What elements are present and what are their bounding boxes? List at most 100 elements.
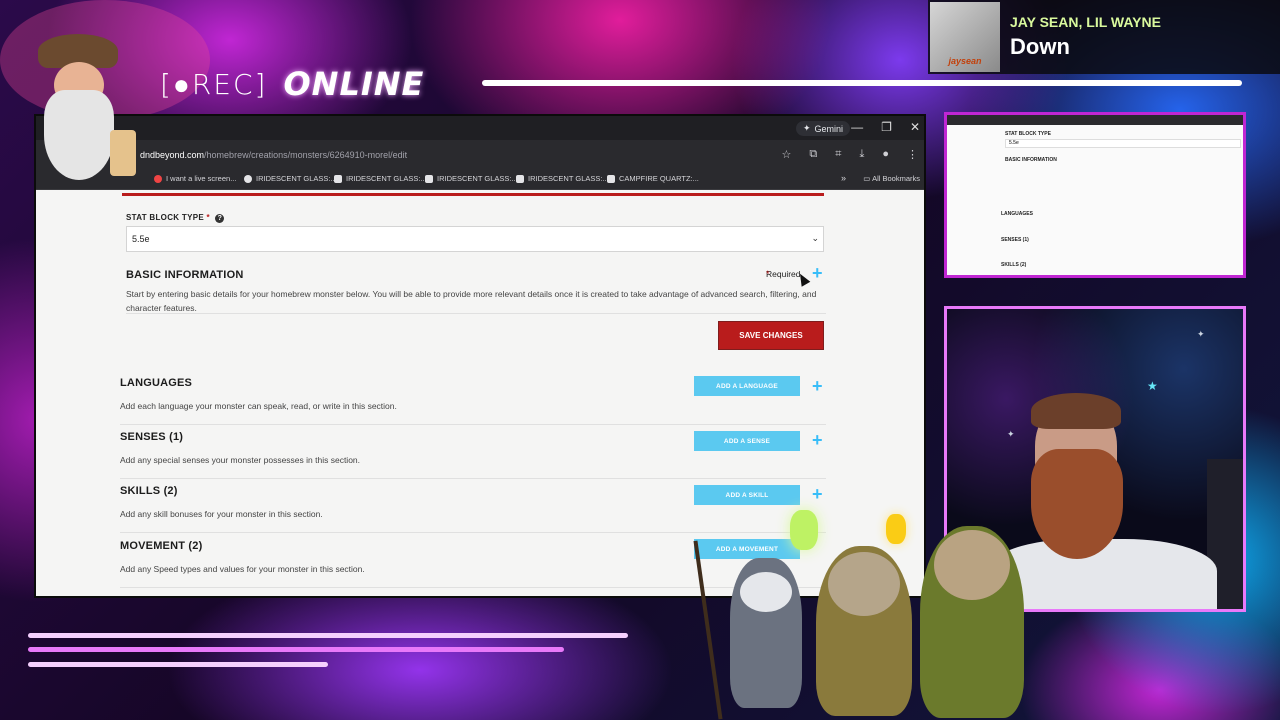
star-icon: ✦ [1007, 429, 1015, 439]
now-playing-artist: JAY SEAN, LIL WAYNE [1010, 14, 1161, 30]
bookmarks-bar: I want a live screen... IRIDESCENT GLASS… [36, 170, 924, 190]
bookmark-label: I want a live screen... [166, 174, 237, 183]
section-description: Add each language your monster can speak… [120, 401, 397, 411]
gemini-button[interactable]: ✦ Gemini [796, 121, 851, 136]
streamer-beard [1031, 449, 1123, 559]
bookmark-item[interactable]: IRIDESCENT GLASS:... [244, 174, 337, 183]
overlay-decor-line [482, 80, 1242, 86]
page-icon [607, 174, 615, 183]
save-changes-button[interactable]: SAVE CHANGES [718, 321, 824, 350]
now-playing-title: Down [1010, 34, 1070, 59]
elephant-druid [816, 546, 912, 716]
bookmarks-overflow-chevron-icon[interactable]: » [841, 173, 846, 183]
browser-titlebar: ✦ Gemini — ❐ ✕ [36, 116, 924, 140]
header-divider [122, 193, 824, 196]
stat-block-type-select[interactable]: 5.5e ⌄ [126, 226, 824, 252]
bookmark-label: IRIDESCENT GLASS:... [528, 174, 609, 183]
bookmark-item[interactable]: I want a live screen... [154, 174, 236, 183]
overlay-decor-line [28, 633, 628, 638]
elephant-head [828, 552, 900, 616]
plus-icon[interactable]: + [812, 377, 823, 395]
owl-face [740, 572, 792, 612]
preview-stat-label: STAT BLOCK TYPE [1005, 131, 1051, 137]
plus-icon[interactable]: + [812, 431, 823, 449]
youtube-icon [154, 174, 162, 183]
add-sense-button[interactable]: ADD A SENSE [694, 431, 800, 451]
section-description: Add any special senses your monster poss… [120, 455, 361, 465]
minimize-icon[interactable]: — [851, 120, 863, 134]
gemini-label: Gemini [814, 123, 844, 134]
mascot-scroll [110, 130, 136, 176]
page-icon [334, 174, 342, 183]
basic-information-section: BASIC INFORMATION Start by entering basi… [126, 269, 826, 314]
dwarf-mascot-illustration [18, 34, 136, 190]
folder-icon: ▭ [863, 174, 873, 183]
lantern-staff [790, 510, 818, 550]
bookmark-star-icon[interactable]: ☆ [782, 148, 792, 161]
preview-languages-title: LANGUAGES [1001, 211, 1033, 217]
screenshot-icon[interactable]: ⌗ [835, 148, 841, 161]
overlay-decor-line [28, 662, 328, 667]
album-art: jaysean [930, 2, 1000, 72]
close-icon[interactable]: ✕ [910, 120, 920, 134]
expand-plus-icon[interactable]: + [812, 264, 823, 282]
add-skill-button[interactable]: ADD A SKILL [694, 485, 800, 505]
preview-senses-title: SENSES (1) [1001, 237, 1029, 243]
preview-skills-title: SKILLS (2) [1001, 262, 1027, 268]
preview-basic-title: BASIC INFORMATION [1005, 157, 1057, 163]
bookmark-item[interactable]: IRIDESCENT GLASS:... [334, 174, 427, 183]
bookmark-item[interactable]: CAMPFIRE QUARTZ:... [607, 174, 699, 183]
stat-block-type-text: STAT BLOCK TYPE [126, 213, 204, 222]
stat-block-type-label: STAT BLOCK TYPE * ? [126, 213, 225, 223]
mammoth-druid [920, 526, 1024, 718]
url-path: /homebrew/creations/monsters/6264910-mor… [204, 150, 408, 160]
page-icon [425, 174, 433, 183]
rec-label: [●REC] [160, 67, 268, 101]
basic-information-title: BASIC INFORMATION [126, 269, 244, 281]
bookmark-item[interactable]: IRIDESCENT GLASS:... [516, 174, 609, 183]
url-text[interactable]: dndbeyond.com/homebrew/creations/monster… [140, 150, 407, 160]
url-host: dndbeyond.com [140, 150, 205, 160]
browser-preview-thumbnail: STAT BLOCK TYPE 5.5e BASIC INFORMATION L… [944, 112, 1246, 278]
download-icon[interactable]: ⤓ [859, 148, 864, 161]
required-note: * Required [766, 269, 801, 279]
basic-information-description: Start by entering basic details for your… [126, 289, 817, 313]
now-playing-widget: jaysean JAY SEAN, LIL WAYNE Down [928, 0, 1280, 74]
mammoth-head [934, 530, 1010, 600]
help-icon[interactable]: ? [215, 214, 225, 223]
required-asterisk: * [206, 213, 210, 222]
address-bar[interactable]: dndbeyond.com/homebrew/creations/monster… [36, 140, 924, 170]
streamer-hair [1031, 393, 1121, 429]
bookmark-item[interactable]: IRIDESCENT GLASS:... [425, 174, 518, 183]
preview-toolbar [947, 115, 1243, 125]
required-label: Required [766, 269, 801, 279]
all-bookmarks-button[interactable]: ▭ All Bookmarks [863, 174, 920, 183]
torch [886, 514, 906, 544]
bookmark-label: CAMPFIRE QUARTZ:... [619, 174, 699, 183]
stat-block-type-value: 5.5e [132, 234, 150, 244]
online-label: ONLINE [283, 65, 425, 103]
mascot-beard [44, 90, 114, 180]
preview-select: 5.5e [1005, 139, 1241, 148]
plus-icon[interactable]: + [812, 485, 823, 503]
restore-icon[interactable]: ❐ [881, 120, 892, 134]
extensions-icon[interactable]: ⧉ [809, 148, 817, 161]
bookmark-label: IRIDESCENT GLASS:... [346, 174, 427, 183]
add-language-button[interactable]: ADD A LANGUAGE [694, 376, 800, 396]
required-asterisk: * [766, 269, 770, 279]
bookmark-label: IRIDESCENT GLASS:... [256, 174, 337, 183]
globe-icon [244, 174, 252, 183]
all-bookmarks-label: All Bookmarks [872, 174, 920, 183]
star-icon: ✦ [1197, 329, 1205, 339]
overlay-decor-line [28, 647, 564, 652]
star-icon: ★ [1147, 379, 1158, 393]
gemini-icon: ✦ [803, 123, 811, 133]
bookmark-label: IRIDESCENT GLASS:... [437, 174, 518, 183]
menu-icon[interactable]: ⋮ [907, 148, 918, 161]
preview-select-value: 5.5e [1009, 140, 1019, 146]
page-icon [516, 174, 524, 183]
chevron-down-icon: ⌄ [811, 233, 819, 243]
profile-icon[interactable]: ● [882, 148, 889, 161]
rec-status-bar: [●REC] ONLINE [160, 62, 460, 106]
creature-mascots-illustration [693, 510, 1040, 720]
